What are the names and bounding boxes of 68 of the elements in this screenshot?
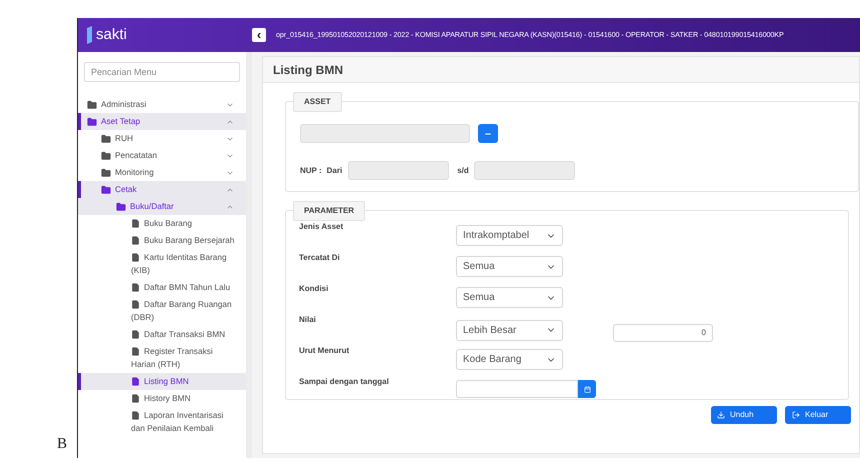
date-field[interactable]	[456, 380, 578, 398]
menu-item[interactable]: Buku Barang	[78, 215, 246, 232]
dropdown[interactable]: Intrakomptabel	[456, 225, 563, 246]
nup-from-field[interactable]	[348, 161, 450, 180]
document-icon	[131, 347, 140, 356]
menu-item[interactable]: Monitoring	[78, 164, 246, 181]
menu-item[interactable]: Buku/Daftar	[78, 198, 246, 215]
document-icon	[131, 377, 140, 386]
exit-icon	[792, 411, 800, 419]
folder-icon	[101, 168, 111, 178]
document-icon	[131, 253, 140, 262]
download-button[interactable]: Unduh	[711, 406, 777, 424]
menu-item[interactable]: Pencatatan	[78, 147, 246, 164]
field-label: Urut Menurut	[299, 345, 350, 357]
menu-item[interactable]: Cetak	[78, 181, 246, 198]
folder-icon	[116, 202, 126, 212]
menu-item[interactable]: History BMN	[78, 390, 246, 407]
exit-button[interactable]: Keluar	[785, 406, 851, 424]
folder-icon	[101, 184, 111, 194]
document-icon	[131, 411, 140, 420]
asset-field[interactable]	[300, 124, 470, 143]
logo-icon	[86, 26, 93, 44]
dropdown[interactable]: Semua	[456, 287, 563, 308]
field-label: Sampai dengan tanggal	[299, 376, 390, 388]
document-icon	[131, 236, 140, 245]
folder-icon	[101, 150, 111, 160]
value-field[interactable]: 0	[613, 324, 713, 342]
from-label: Dari	[326, 164, 342, 176]
folder-icon	[87, 116, 97, 126]
section-legend: ASSET	[293, 92, 342, 112]
folder-icon	[101, 134, 111, 144]
menu-item[interactable]: Laporan Inventarisasi dan Penilaian Kembali	[78, 407, 246, 437]
document-icon	[131, 219, 140, 228]
field-label: Nilai	[299, 314, 317, 326]
nup-to-field[interactable]	[474, 161, 575, 180]
search-field[interactable]: Pencarian Menu	[84, 62, 240, 82]
menu-item[interactable]: Listing BMN	[78, 373, 246, 390]
document-icon	[131, 283, 140, 292]
calendar-button[interactable]	[578, 380, 596, 398]
field-label: Jenis Asset	[299, 221, 344, 233]
download-icon	[717, 411, 725, 419]
menu-item[interactable]: RUH	[78, 130, 246, 147]
menu-item[interactable]: Daftar BMN Tahun Lalu	[78, 279, 246, 296]
document-icon	[131, 394, 140, 403]
figure-label: B	[56, 434, 67, 454]
page-title: Listing BMN	[273, 62, 343, 78]
calendar-icon	[584, 386, 590, 392]
menu-item[interactable]: Administrasi	[78, 96, 246, 113]
menu-item[interactable]: Daftar Barang Ruangan (DBR)	[78, 296, 246, 326]
to-label: s/d	[457, 164, 469, 176]
menu-item[interactable]: Buku Barang Bersejarah	[78, 232, 246, 249]
dropdown[interactable]: Semua	[456, 256, 563, 277]
menu-item[interactable]: Register Transaksi Harian (RTH)	[78, 343, 246, 373]
section-legend: PARAMETER	[293, 201, 366, 221]
folder-icon	[87, 100, 97, 110]
field-label: Tercatat Di	[299, 252, 341, 264]
nup-label: NUP :	[300, 164, 322, 176]
remove-button[interactable]	[478, 124, 498, 143]
menu-item[interactable]: Kartu Identitas Barang (KIB)	[78, 249, 246, 279]
field-label: Kondisi	[299, 283, 330, 295]
menu-item[interactable]: Aset Tetap	[78, 113, 246, 130]
document-icon	[131, 330, 140, 339]
document-icon	[131, 300, 140, 309]
dropdown[interactable]: Lebih Besar	[456, 320, 563, 340]
menu-item[interactable]: Daftar Transaksi BMN	[78, 326, 246, 343]
dropdown[interactable]: Kode Barang	[456, 349, 563, 370]
collapse-button[interactable]: ‹	[252, 28, 266, 42]
logo-text: sakti	[96, 24, 127, 45]
